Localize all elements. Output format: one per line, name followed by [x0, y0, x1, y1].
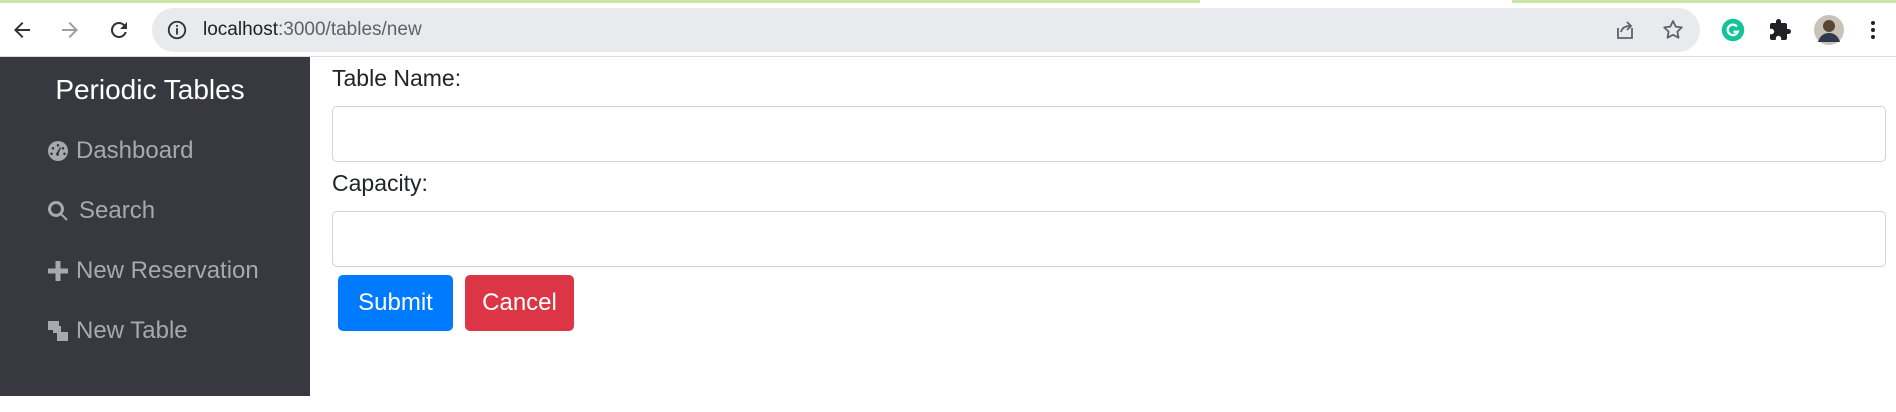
submit-button[interactable]: Submit [338, 275, 453, 331]
capacity-input[interactable] [332, 211, 1886, 267]
back-button[interactable] [4, 12, 40, 48]
sidebar-item-new-table[interactable]: New Table [46, 315, 188, 347]
sidebar-item-label: Search [79, 197, 156, 224]
reload-button[interactable] [101, 12, 137, 48]
app-brand[interactable]: Periodic Tables [0, 73, 300, 107]
extensions-puzzle-icon [1770, 19, 1791, 40]
sidebar-item-search[interactable]: Search [46, 195, 155, 227]
table-name-label: Table Name: [332, 65, 462, 91]
page-load-progress-tail [1512, 0, 1896, 3]
layers-icon [48, 321, 68, 341]
sidebar-item-new-reservation[interactable]: New Reservation [46, 255, 259, 287]
browser-menu-button[interactable] [1858, 15, 1888, 45]
dashboard-icon [48, 141, 68, 161]
url-path: :3000/tables/new [278, 19, 422, 40]
extensions-button[interactable] [1765, 15, 1795, 45]
browser-toolbar: localhost:3000/tables/new [0, 0, 1896, 57]
profile-button[interactable] [1814, 15, 1844, 45]
url-text[interactable]: localhost:3000/tables/new [203, 19, 422, 41]
address-bar[interactable]: localhost:3000/tables/new [152, 8, 1700, 52]
grammarly-extension-button[interactable] [1718, 15, 1748, 45]
sidebar: Periodic Tables Dashboard Search New Res… [0, 57, 310, 396]
sidebar-item-label: New Reservation [76, 257, 259, 284]
sidebar-item-dashboard[interactable]: Dashboard [46, 135, 193, 167]
capacity-label: Capacity: [332, 170, 428, 196]
page-load-progress [0, 0, 1200, 3]
reload-icon [110, 21, 127, 38]
menu-kebab-icon [1871, 21, 1875, 39]
url-host: localhost [203, 19, 278, 40]
site-info-icon[interactable] [166, 19, 188, 41]
back-arrow-icon [14, 22, 30, 38]
bookmark-star-icon[interactable] [1661, 18, 1685, 42]
sidebar-item-label: New Table [76, 317, 188, 344]
grammarly-extension-icon [1721, 18, 1745, 42]
table-name-input[interactable] [332, 106, 1886, 162]
sidebar-item-label: Dashboard [76, 137, 194, 164]
cancel-button[interactable]: Cancel [465, 275, 574, 331]
search-icon [47, 200, 68, 221]
forward-arrow-icon [62, 22, 78, 38]
plus-icon [48, 261, 68, 281]
share-icon[interactable] [1613, 18, 1637, 42]
forward-button[interactable] [52, 12, 88, 48]
profile-avatar [1814, 15, 1844, 45]
